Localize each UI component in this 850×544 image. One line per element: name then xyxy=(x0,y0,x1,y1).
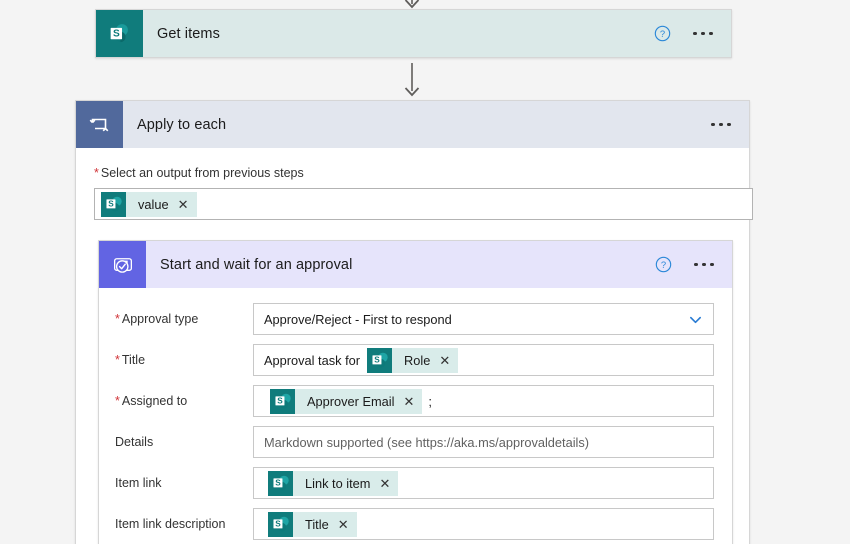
required-marker: * xyxy=(115,312,120,326)
close-icon[interactable]: ✕ xyxy=(403,395,414,408)
action-card-get-items[interactable]: S Get items ? xyxy=(95,9,732,58)
svg-text:S: S xyxy=(374,355,380,364)
title-prefix-text: Approval task for xyxy=(264,352,361,368)
loop-icon xyxy=(76,101,123,148)
token-label: value xyxy=(138,196,169,212)
card-title-get-items: Get items xyxy=(157,25,220,42)
close-icon[interactable]: ✕ xyxy=(178,198,189,211)
required-marker: * xyxy=(94,166,99,180)
card-header-apply-to-each[interactable]: Apply to each xyxy=(76,101,749,148)
card-title-apply-to-each: Apply to each xyxy=(137,116,227,133)
dot xyxy=(711,122,715,127)
label-text: Item link xyxy=(115,476,162,490)
required-marker: * xyxy=(115,394,120,408)
dropdown-value: Approve/Reject - First to respond xyxy=(264,311,452,327)
input-assigned-to[interactable]: S Approver Email ✕ ; xyxy=(253,385,714,417)
sharepoint-icon: S xyxy=(96,10,143,57)
close-icon[interactable]: ✕ xyxy=(338,518,349,531)
token-link-to-item[interactable]: S Link to item ✕ xyxy=(268,470,399,496)
label-approval-type: * Approval type xyxy=(115,303,253,327)
sharepoint-icon: S xyxy=(268,511,293,537)
svg-text:?: ? xyxy=(660,29,665,40)
input-title[interactable]: Approval task for S Role ✕ xyxy=(253,344,714,376)
input-item-link-description[interactable]: S Title ✕ xyxy=(253,508,714,540)
action-card-apply-to-each[interactable]: Apply to each * Select an output from pr… xyxy=(75,100,753,544)
input-select-output[interactable]: S value ✕ xyxy=(94,188,753,220)
required-marker: * xyxy=(115,353,120,367)
dropdown-approval-type[interactable]: Approve/Reject - First to respond xyxy=(253,303,714,335)
field-item-link: Item link S Link to item ✕ xyxy=(99,467,732,499)
token-approver-email[interactable]: S Approver Email ✕ xyxy=(270,388,423,414)
dot xyxy=(701,31,705,36)
label-text: Item link description xyxy=(115,517,226,531)
field-title: * Title Approval task for S Role ✕ xyxy=(99,344,732,376)
input-details[interactable]: Markdown supported (see https://aka.ms/a… xyxy=(253,426,714,458)
dot xyxy=(709,31,713,36)
details-placeholder: Markdown supported (see https://aka.ms/a… xyxy=(264,434,590,450)
apply-to-each-body: * Select an output from previous steps S xyxy=(76,148,753,220)
sharepoint-icon: S xyxy=(101,191,126,217)
action-card-start-and-wait-for-an-approval[interactable]: Start and wait for an approval ? * Appro… xyxy=(98,240,733,544)
close-icon[interactable]: ✕ xyxy=(379,477,390,490)
field-details: Details Markdown supported (see https://… xyxy=(99,426,732,458)
assigned-to-suffix-text: ; xyxy=(428,393,432,409)
label-assigned-to: * Assigned to xyxy=(115,385,253,409)
dot xyxy=(710,262,714,267)
help-circle-icon[interactable]: ? xyxy=(655,256,672,273)
field-approval-type: * Approval type Approve/Reject - First t… xyxy=(99,303,732,335)
token-label: Title xyxy=(305,516,329,532)
svg-text:S: S xyxy=(112,28,119,39)
label-item-link-description: Item link description xyxy=(115,508,253,532)
close-icon[interactable]: ✕ xyxy=(439,354,450,367)
label-text: Assigned to xyxy=(121,394,188,408)
svg-text:S: S xyxy=(277,396,283,405)
flow-designer-canvas: S Get items ? Apply to each * Select an … xyxy=(0,0,850,544)
token-label: Role xyxy=(404,352,431,368)
field-item-link-description: Item link description S Title ✕ xyxy=(99,508,732,540)
token-label: Link to item xyxy=(305,475,371,491)
label-item-link: Item link xyxy=(115,467,253,491)
input-item-link[interactable]: S Link to item ✕ xyxy=(253,467,714,499)
sharepoint-icon: S xyxy=(268,470,293,496)
approval-form: * Approval type Approve/Reject - First t… xyxy=(99,288,732,540)
token-label: Approver Email xyxy=(307,393,395,409)
svg-text:S: S xyxy=(275,519,281,528)
card-header-approval[interactable]: Start and wait for an approval ? xyxy=(99,241,732,288)
dot xyxy=(702,262,706,267)
card-title-approval: Start and wait for an approval xyxy=(160,256,353,273)
more-options-icon[interactable] xyxy=(691,26,715,42)
help-circle-icon[interactable]: ? xyxy=(654,25,671,42)
dot xyxy=(719,122,723,127)
approvals-icon xyxy=(99,241,146,288)
card-header-get-items[interactable]: S Get items ? xyxy=(96,10,731,57)
label-text: Approval type xyxy=(121,312,199,326)
sharepoint-icon: S xyxy=(270,388,295,414)
sharepoint-icon: S xyxy=(367,347,393,373)
token-title[interactable]: S Title ✕ xyxy=(268,511,357,537)
dot xyxy=(693,31,697,36)
svg-text:?: ? xyxy=(661,260,666,271)
label-title: * Title xyxy=(115,344,253,368)
dot xyxy=(694,262,698,267)
label-details: Details xyxy=(115,426,253,450)
svg-text:S: S xyxy=(275,478,281,487)
label-select-output: * Select an output from previous steps xyxy=(94,166,731,181)
chevron-down-icon[interactable] xyxy=(688,312,703,327)
more-options-icon[interactable] xyxy=(692,257,716,273)
label-text: Select an output from previous steps xyxy=(100,166,304,180)
connector-arrow-1 xyxy=(399,63,425,99)
more-options-icon[interactable] xyxy=(709,117,733,133)
label-text: Title xyxy=(121,353,146,367)
token-role[interactable]: S Role ✕ xyxy=(367,347,459,373)
svg-text:S: S xyxy=(108,199,114,208)
field-assigned-to: * Assigned to S Approver Email ✕ ; xyxy=(99,385,732,417)
token-value[interactable]: S value ✕ xyxy=(101,191,197,217)
dot xyxy=(727,122,731,127)
label-text: Details xyxy=(115,435,154,449)
